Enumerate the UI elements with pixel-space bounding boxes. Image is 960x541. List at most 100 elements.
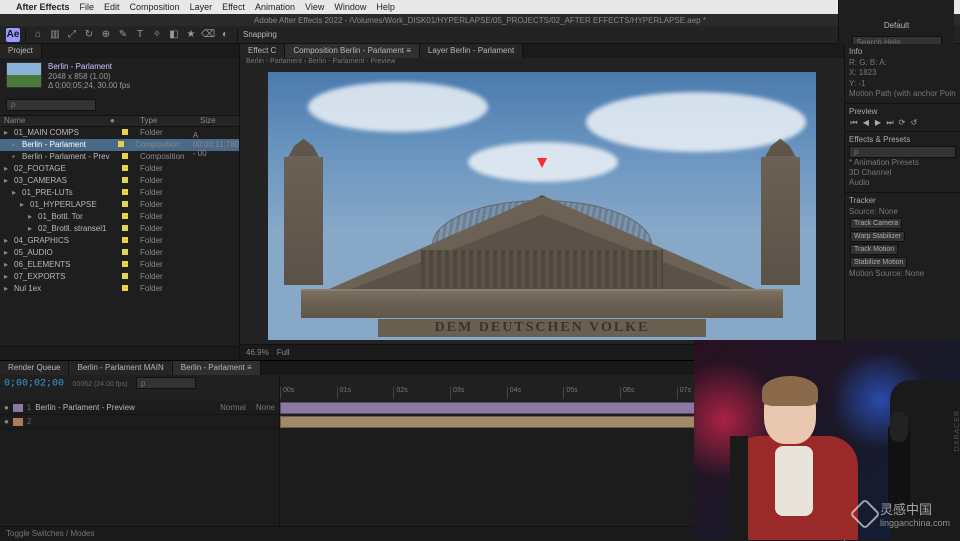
tab-project[interactable]: Project: [0, 44, 42, 58]
layer-name[interactable]: Berlin - Parlament - Preview: [35, 403, 135, 412]
tab-layer[interactable]: Layer Berlin - Parlament: [420, 44, 523, 58]
effect-category[interactable]: * Animation Presets: [849, 158, 956, 168]
selected-item-dimensions: 2048 x 858 (1.00): [48, 72, 130, 82]
project-item[interactable]: ▸06_ELEMENTSFolder: [0, 259, 239, 271]
project-file-list[interactable]: ▸01_MAIN COMPSFolder▪Berlin - ParlamentC…: [0, 127, 239, 346]
effect-category[interactable]: 3D Channel: [849, 168, 956, 178]
project-item[interactable]: ▸02_Brotll. stransel1Folder: [0, 223, 239, 235]
effect-category[interactable]: Audio: [849, 178, 956, 188]
composition-viewer[interactable]: DEM DEUTSCHEN VOLKE: [240, 68, 844, 344]
effects-search-input[interactable]: [849, 146, 956, 158]
resolution-dropdown[interactable]: Full: [277, 348, 290, 357]
rotate-tool-icon[interactable]: ↻: [82, 28, 96, 42]
brush-tool-icon[interactable]: ✧: [150, 28, 164, 42]
panel-title: Effects & Presets: [849, 135, 956, 144]
warp-stabilizer-button[interactable]: Warp Stabilizer: [850, 231, 905, 242]
menu-view[interactable]: View: [305, 2, 324, 12]
app-name[interactable]: After Effects: [16, 2, 70, 12]
layer-mode[interactable]: Normal: [220, 403, 246, 412]
panel-tabs: Project: [0, 44, 239, 58]
home-button[interactable]: Ae: [6, 28, 20, 42]
project-search-input[interactable]: [6, 99, 96, 111]
wifi-icon[interactable]: ⏏: [892, 2, 901, 13]
menu-layer[interactable]: Layer: [190, 2, 213, 12]
pen-tool-icon[interactable]: ✎: [116, 28, 130, 42]
first-frame-icon[interactable]: ⏮: [849, 118, 859, 128]
type-tool-icon[interactable]: T: [133, 28, 147, 42]
tab-comp-current[interactable]: Berlin - Parlament ≡: [173, 361, 261, 375]
hand-tool-icon[interactable]: ▥: [48, 28, 62, 42]
col-name[interactable]: Name: [0, 116, 110, 126]
project-item[interactable]: ▪Berlin - ParlamentCompositionA 00;00;11…: [0, 139, 239, 151]
camera-tool-icon[interactable]: ⊕: [99, 28, 113, 42]
col-type[interactable]: Type: [140, 116, 200, 126]
tab-composition[interactable]: Composition Berlin - Parlament ≡: [285, 44, 420, 58]
microphone: [888, 420, 910, 510]
snapping-toggle[interactable]: Snapping: [243, 30, 277, 39]
tracker-panel: Tracker Source: None Track Camera Warp S…: [845, 193, 960, 360]
track-motion-button[interactable]: Track Motion: [850, 244, 898, 255]
tab-render-queue[interactable]: Render Queue: [0, 361, 69, 375]
visibility-toggle-icon[interactable]: ●: [4, 403, 9, 412]
selection-tool-icon[interactable]: ⌂: [31, 28, 45, 42]
menu-edit[interactable]: Edit: [104, 2, 120, 12]
project-item[interactable]: ▸01_Bottl. TorFolder: [0, 211, 239, 223]
info-y: Y: -1: [849, 79, 956, 89]
tab-effect-controls[interactable]: Effect C: [240, 44, 285, 58]
visibility-toggle-icon[interactable]: ●: [4, 417, 9, 426]
project-item[interactable]: ▸02_FOOTAGEFolder: [0, 163, 239, 175]
timeline-search-input[interactable]: [136, 377, 196, 389]
toggle-switches-button[interactable]: Toggle Switches / Modes: [6, 529, 95, 538]
menu-help[interactable]: Help: [376, 2, 395, 12]
workspace-dropdown[interactable]: Default: [884, 21, 909, 30]
info-panel: Info R: G: B: A: X: 1823 Y: -1 Motion Pa…: [845, 44, 960, 104]
preview-panel: Preview ⏮ ◀ ▶ ⏭ ⟳ ↺: [845, 104, 960, 132]
col-size[interactable]: Size: [200, 116, 239, 126]
composition-flowpath[interactable]: Berlin - Parlament ‹ Berlin - Parlament …: [240, 58, 844, 68]
menu-effect[interactable]: Effect: [222, 2, 245, 12]
menu-animation[interactable]: Animation: [255, 2, 295, 12]
layer-row[interactable]: ● 1 Berlin - Parlament - Preview Normal …: [0, 401, 279, 415]
eraser-tool-icon[interactable]: ★: [184, 28, 198, 42]
project-item-header: Berlin - Parlament 2048 x 858 (1.00) Δ 0…: [0, 58, 239, 95]
layer-parent[interactable]: None: [256, 403, 275, 412]
project-item[interactable]: ▸Nul 1exFolder: [0, 283, 239, 295]
clone-tool-icon[interactable]: ◧: [167, 28, 181, 42]
loop-icon[interactable]: ↺: [909, 118, 919, 128]
col-label[interactable]: ●: [110, 116, 140, 126]
next-frame-icon[interactable]: ⏭: [885, 118, 895, 128]
magnification-dropdown[interactable]: 46.9%: [246, 348, 269, 357]
layer-color-label[interactable]: [13, 418, 23, 426]
play-icon[interactable]: ▶: [873, 118, 883, 128]
layer-color-label[interactable]: [13, 404, 23, 412]
project-item[interactable]: ▸01_PRE-LUTsFolder: [0, 187, 239, 199]
project-item[interactable]: ▸03_CAMERASFolder: [0, 175, 239, 187]
watermark-url: lingganchina.com: [880, 518, 950, 528]
track-point-marker[interactable]: [537, 158, 547, 168]
chair-brand-text: DXRACER: [954, 410, 960, 451]
viewport-canvas[interactable]: DEM DEUTSCHEN VOLKE: [268, 72, 816, 340]
layer-row[interactable]: ● 2: [0, 415, 279, 429]
menu-window[interactable]: Window: [334, 2, 366, 12]
menu-composition[interactable]: Composition: [130, 2, 180, 12]
last-frame-icon[interactable]: ⟳: [897, 118, 907, 128]
project-item[interactable]: ▸07_EXPORTSFolder: [0, 271, 239, 283]
stabilize-motion-button[interactable]: Stabilize Motion: [850, 257, 907, 268]
composition-tabs: Effect C Composition Berlin - Parlament …: [240, 44, 844, 58]
project-item[interactable]: ▸05_AUDIOFolder: [0, 247, 239, 259]
puppet-tool-icon[interactable]: ◐: [218, 28, 232, 42]
menu-file[interactable]: File: [80, 2, 95, 12]
zoom-tool-icon[interactable]: ⤢: [65, 28, 79, 42]
effects-presets-panel: Effects & Presets * Animation Presets 3D…: [845, 132, 960, 193]
project-item[interactable]: ▸01_HYPERLAPSEFolder: [0, 199, 239, 211]
current-timecode[interactable]: 0;00;02;00: [4, 379, 64, 390]
separator: [25, 29, 26, 41]
track-camera-button[interactable]: Track Camera: [850, 218, 902, 229]
tracker-source-value[interactable]: None: [879, 207, 898, 216]
project-panel: Project Berlin - Parlament 2048 x 858 (1…: [0, 44, 240, 360]
prev-frame-icon[interactable]: ◀: [861, 118, 871, 128]
tab-comp-main[interactable]: Berlin - Parlament MAIN: [69, 361, 172, 375]
roto-tool-icon[interactable]: ⌫: [201, 28, 215, 42]
document-title: Adobe After Effects 2022 - /Volumes/Work…: [254, 16, 706, 25]
project-item[interactable]: ▸04_GRAPHICSFolder: [0, 235, 239, 247]
